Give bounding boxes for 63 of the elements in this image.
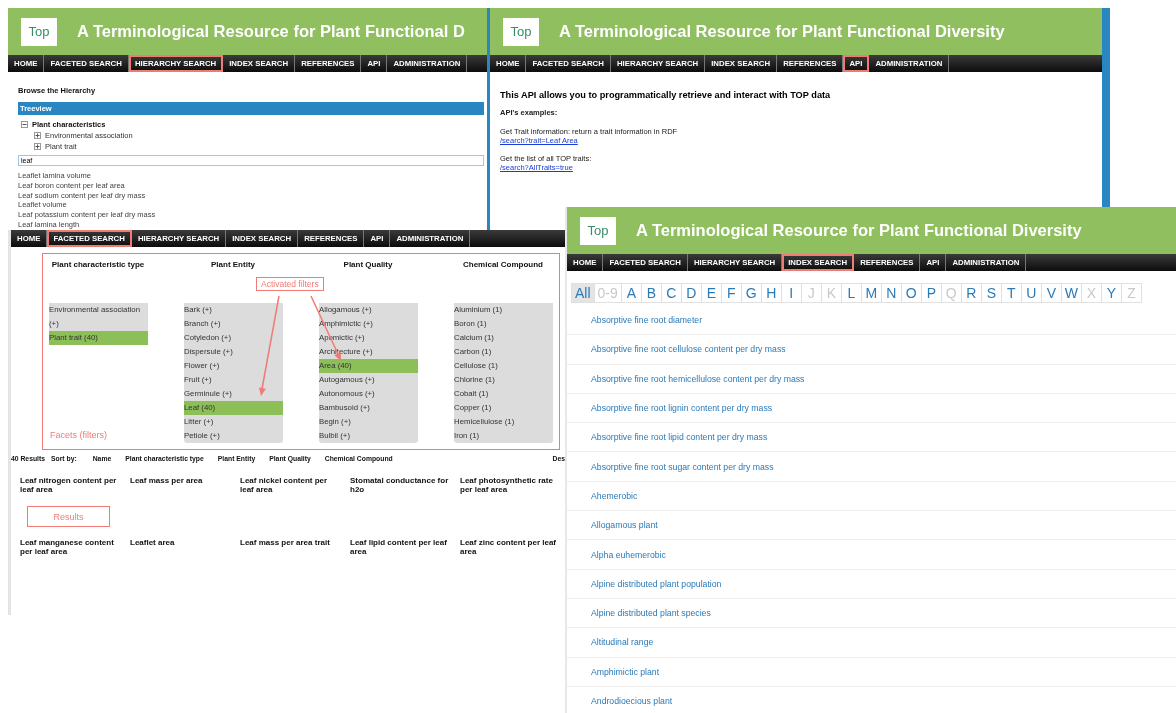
letter-filter[interactable]: A: [621, 283, 642, 303]
result-title[interactable]: Leaf manganese content per leaf area: [20, 538, 130, 556]
letter-filter[interactable]: T: [1001, 283, 1022, 303]
term-link[interactable]: Absorptive fine root hemicellulose content per dry mass: [591, 373, 805, 384]
letter-filter[interactable]: H: [761, 283, 782, 303]
annotation-label: Activated filters: [256, 277, 324, 291]
letter-filter[interactable]: I: [781, 283, 802, 303]
term-link[interactable]: Androdioecious plant: [591, 696, 673, 706]
letter-filter[interactable]: R: [961, 283, 982, 303]
tree-toggle-icon[interactable]: [21, 121, 28, 128]
letter-filter[interactable]: V: [1041, 283, 1062, 303]
site-title: A Terminological Resource for Plant Functional D: [77, 22, 465, 41]
letter-filter[interactable]: U: [1021, 283, 1042, 303]
letter-filter[interactable]: W: [1061, 283, 1082, 303]
letter-filter[interactable]: P: [921, 283, 942, 303]
result-title[interactable]: Leaf mass per area: [130, 476, 240, 494]
facet-title: Plant Quality: [342, 260, 394, 270]
term-link[interactable]: Amphimictic plant: [591, 666, 660, 677]
term-link[interactable]: Absorptive fine root sugar content per dry mass: [591, 461, 774, 472]
result-title[interactable]: Leaf zinc content per leaf area: [460, 538, 565, 556]
letter-filter[interactable]: Y: [1102, 283, 1122, 303]
annotation-label: Results: [27, 506, 110, 527]
site-logo: Top: [580, 216, 616, 245]
result-title[interactable]: Leaf lipid content per leaf area: [350, 538, 460, 556]
letter-filter[interactable]: S: [981, 283, 1002, 303]
letter-filter[interactable]: All: [571, 283, 595, 303]
letter-filter[interactable]: O: [901, 283, 922, 303]
term-link[interactable]: Ahemerobic: [591, 490, 638, 501]
term-link[interactable]: Absorptive fine root diameter: [591, 315, 703, 326]
result-title[interactable]: Leaf nitrogen content per leaf area: [20, 476, 130, 494]
letter-filter[interactable]: N: [881, 283, 902, 303]
term-link[interactable]: Altitudinal range: [591, 637, 654, 648]
term-link[interactable]: Alpine distributed plant species: [591, 608, 711, 619]
term-link[interactable]: Allogamous plant: [591, 520, 658, 531]
term-link[interactable]: Absorptive fine root lignin content per dry mass: [591, 403, 773, 414]
result-title[interactable]: Leaflet area: [130, 538, 240, 556]
letter-filter[interactable]: E: [701, 283, 722, 303]
annotation-text: Facets (filters): [50, 430, 107, 440]
site-title: A Terminological Resource for Plant Functional Diversity: [636, 221, 1082, 240]
letter-filter[interactable]: C: [661, 283, 682, 303]
site-logo: Top: [21, 17, 57, 46]
result-title[interactable]: Leaf nickel content per leaf area: [240, 476, 350, 494]
term-link[interactable]: Alpha euhemerobic: [591, 549, 666, 560]
facet-title: Plant Entity: [210, 260, 256, 270]
letter-filter[interactable]: B: [641, 283, 662, 303]
facet-title: Chemical Compound: [462, 260, 544, 270]
facet-title: Plant characteristic type: [50, 260, 146, 270]
letter-filter[interactable]: D: [681, 283, 702, 303]
result-title[interactable]: Leaf photosynthetic rate per leaf area: [460, 476, 565, 494]
term-link[interactable]: Absorptive fine root lipid content per dry mass: [591, 432, 768, 443]
result-title[interactable]: Leaf mass per area trait: [240, 538, 350, 556]
tree-toggle-icon[interactable]: [34, 143, 41, 150]
letter-filter[interactable]: L: [841, 283, 862, 303]
api-intro: This API allows you to programmatically retrieve and interact with TOP data: [500, 90, 832, 100]
letter-filter[interactable]: F: [721, 283, 742, 303]
site-logo: Top: [503, 17, 539, 46]
result-title[interactable]: Stomatal conductance for h2o: [350, 476, 460, 494]
term-link[interactable]: Alpine distributed plant population: [591, 578, 722, 589]
term-link[interactable]: Absorptive fine root cellulose content per dry mass: [591, 344, 786, 355]
tree-toggle-icon[interactable]: [34, 132, 41, 139]
letter-filter[interactable]: M: [861, 283, 882, 303]
site-title: A Terminological Resource for Plant Functional Diversity: [559, 22, 1005, 41]
letter-filter[interactable]: G: [741, 283, 762, 303]
